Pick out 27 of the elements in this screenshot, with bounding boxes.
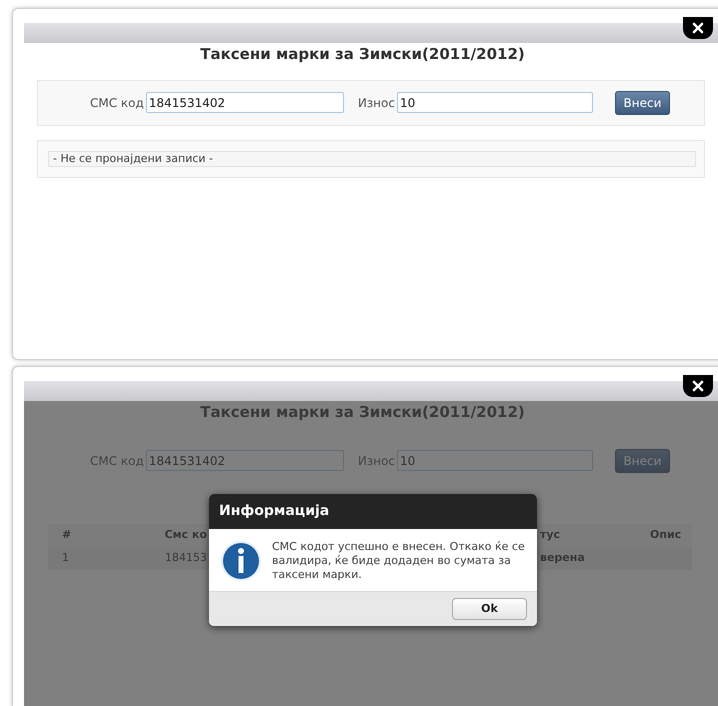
sms-code-label: СМС код bbox=[90, 94, 144, 112]
amount-field[interactable]: 10 bbox=[396, 450, 593, 471]
column-header: тус bbox=[540, 527, 562, 544]
amount-label: Износ bbox=[358, 94, 395, 112]
dialog-message: СМС кодот успешно е внесен. Откако ќе се валидира, ќе биде додаден во сумата за таксени марки. bbox=[272, 540, 526, 582]
column-header: Опис bbox=[650, 527, 682, 544]
amount-label: Износ bbox=[358, 452, 395, 470]
table-cell-text: 184153 bbox=[164, 550, 207, 566]
empty-message: - Не се пронајдени записи - bbox=[48, 150, 696, 166]
info-icon bbox=[220, 540, 262, 582]
close-button[interactable] bbox=[683, 17, 713, 39]
page-title: Таксени марки за Зимски(2011/2012) bbox=[200, 402, 525, 423]
close-icon bbox=[692, 22, 704, 34]
submit-button[interactable]: Внеси bbox=[614, 90, 670, 114]
amount-field[interactable]: 10 bbox=[396, 92, 593, 113]
column-header: # bbox=[61, 527, 72, 544]
table-cell-text: 1 bbox=[61, 550, 70, 566]
sms-code-field[interactable]: 1841531402 bbox=[146, 92, 344, 113]
ok-button[interactable]: Ok bbox=[452, 598, 527, 620]
table-cell-text: верена bbox=[540, 550, 586, 566]
close-icon bbox=[692, 380, 704, 392]
close-button[interactable] bbox=[683, 375, 713, 397]
sms-code-field[interactable]: 1841531402 bbox=[146, 450, 344, 471]
sms-code-label: СМС код bbox=[90, 452, 144, 470]
page-title: Таксени марки за Зимски(2011/2012) bbox=[200, 44, 525, 65]
column-header: Смс ко bbox=[164, 527, 207, 544]
dialog-title: Информација bbox=[219, 502, 330, 521]
